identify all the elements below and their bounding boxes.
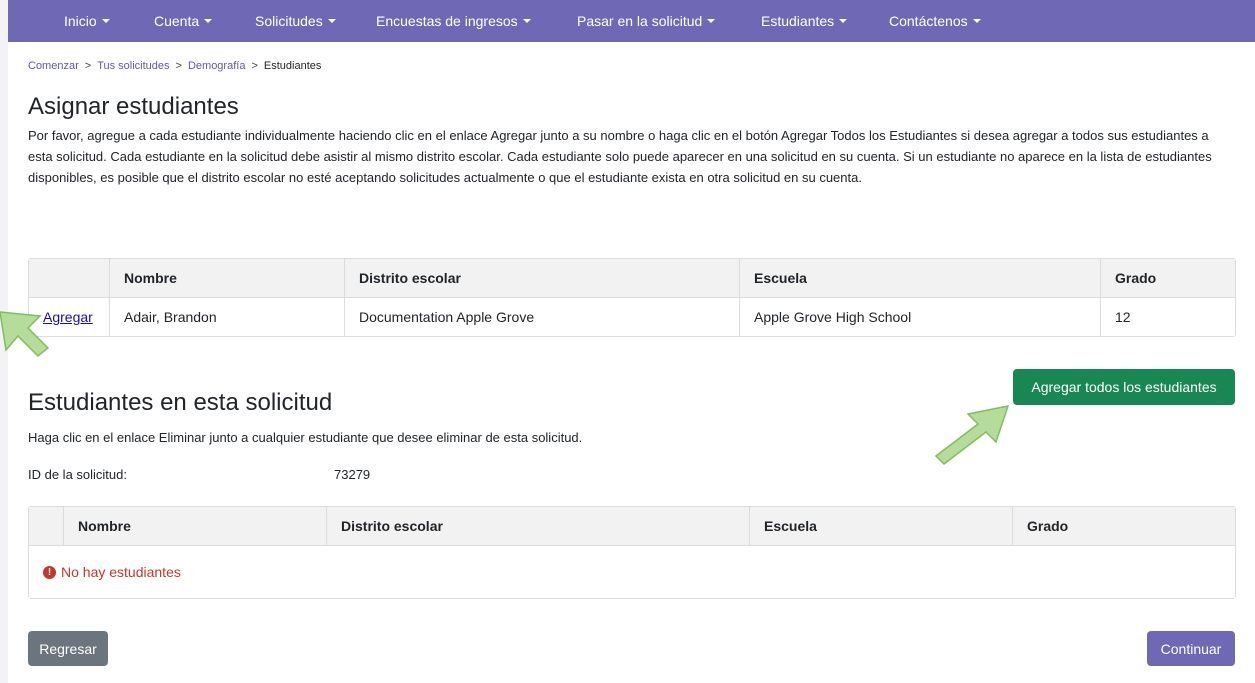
application-id-label: ID de la solicitud: bbox=[28, 467, 127, 482]
nav-cuenta-label: Cuenta bbox=[154, 13, 200, 29]
column-header-distrito: Distrito escolar bbox=[344, 259, 739, 298]
empty-row-cell: ! No hay estudiantes bbox=[29, 546, 1235, 598]
column-header-escuela: Escuela bbox=[739, 259, 1100, 298]
application-id-value: 73279 bbox=[334, 467, 371, 482]
student-district: Documentation Apple Grove bbox=[344, 298, 739, 336]
nav-solicitudes-label: Solicitudes bbox=[255, 13, 323, 29]
table-header-row: Nombre Distrito escolar Escuela Grado bbox=[29, 259, 1235, 298]
students-on-application-title: Estudiantes en esta solicitud bbox=[28, 389, 333, 416]
table-row: Agregar Adair, Brandon Documentation App… bbox=[29, 298, 1235, 336]
nav-estudiantes[interactable]: Estudiantes bbox=[761, 0, 848, 42]
column-header-nombre: Nombre bbox=[63, 507, 326, 546]
breadcrumb-tus-solicitudes[interactable]: Tus solicitudes bbox=[97, 60, 169, 72]
breadcrumb-demografia[interactable]: Demografía bbox=[188, 60, 245, 72]
annotation-arrow-icon bbox=[0, 311, 50, 358]
chevron-down-icon bbox=[707, 19, 716, 23]
student-name: Adair, Brandon bbox=[109, 298, 344, 336]
breadcrumb-separator: > bbox=[84, 60, 92, 72]
assign-students-title: Asignar estudiantes bbox=[28, 93, 239, 120]
empty-message: ! No hay estudiantes bbox=[43, 564, 1221, 580]
add-all-students-button[interactable]: Agregar todos los estudiantes bbox=[1013, 369, 1235, 405]
column-header-action bbox=[29, 259, 109, 298]
nav-estudiantes-label: Estudiantes bbox=[761, 13, 835, 29]
assign-students-description: Por favor, agregue a cada estudiante ind… bbox=[28, 128, 1212, 185]
nav-contactenos-label: Contáctenos bbox=[889, 13, 968, 29]
annotation-arrow-icon bbox=[934, 405, 1010, 465]
table-header-row: Nombre Distrito escolar Escuela Grado bbox=[29, 507, 1235, 546]
nav-cuenta[interactable]: Cuenta bbox=[154, 0, 213, 42]
nav-encuestas-label: Encuestas de ingresos bbox=[376, 13, 518, 29]
nav-solicitudes[interactable]: Solicitudes bbox=[255, 0, 336, 42]
breadcrumb: Comenzar > Tus solicitudes > Demografía … bbox=[28, 60, 321, 72]
nav-contactenos[interactable]: Contáctenos bbox=[889, 0, 981, 42]
student-school: Apple Grove High School bbox=[739, 298, 1100, 336]
nav-inicio-label: Inicio bbox=[64, 13, 97, 29]
breadcrumb-separator: > bbox=[251, 60, 258, 72]
breadcrumb-comenzar[interactable]: Comenzar bbox=[28, 60, 79, 72]
exclamation-circle-icon: ! bbox=[43, 565, 56, 579]
nav-encuestas[interactable]: Encuestas de ingresos bbox=[376, 0, 531, 42]
column-header-grado: Grado bbox=[1100, 259, 1235, 298]
chevron-down-icon bbox=[204, 19, 213, 23]
chevron-down-icon bbox=[839, 19, 848, 23]
students-on-application-description: Haga clic en el enlace Eliminar junto a … bbox=[28, 430, 583, 445]
application-students-table: Nombre Distrito escolar Escuela Grado ! … bbox=[28, 506, 1236, 599]
column-header-action bbox=[29, 507, 63, 546]
column-header-grado: Grado bbox=[1012, 507, 1235, 546]
column-header-distrito: Distrito escolar bbox=[326, 507, 749, 546]
nav-inicio[interactable]: Inicio bbox=[64, 0, 110, 42]
continue-button[interactable]: Continuar bbox=[1147, 631, 1235, 666]
nav-pasar[interactable]: Pasar en la solicitud bbox=[577, 0, 716, 42]
chevron-down-icon bbox=[327, 19, 336, 23]
column-header-escuela: Escuela bbox=[749, 507, 1012, 546]
student-grade: 12 bbox=[1100, 298, 1235, 336]
chevron-down-icon bbox=[972, 19, 981, 23]
top-navigation: Inicio Cuenta Solicitudes Encuestas de i… bbox=[8, 0, 1255, 42]
column-header-nombre: Nombre bbox=[109, 259, 344, 298]
chevron-down-icon bbox=[522, 19, 531, 23]
back-button[interactable]: Regresar bbox=[28, 631, 108, 666]
breadcrumb-separator: > bbox=[175, 60, 182, 72]
empty-message-text: No hay estudiantes bbox=[61, 564, 181, 580]
table-row: ! No hay estudiantes bbox=[29, 546, 1235, 598]
add-student-link[interactable]: Agregar bbox=[43, 309, 93, 325]
nav-pasar-label: Pasar en la solicitud bbox=[577, 13, 703, 29]
available-students-table: Nombre Distrito escolar Escuela Grado Ag… bbox=[28, 258, 1236, 337]
chevron-down-icon bbox=[101, 19, 110, 23]
breadcrumb-current: Estudiantes bbox=[263, 60, 322, 72]
